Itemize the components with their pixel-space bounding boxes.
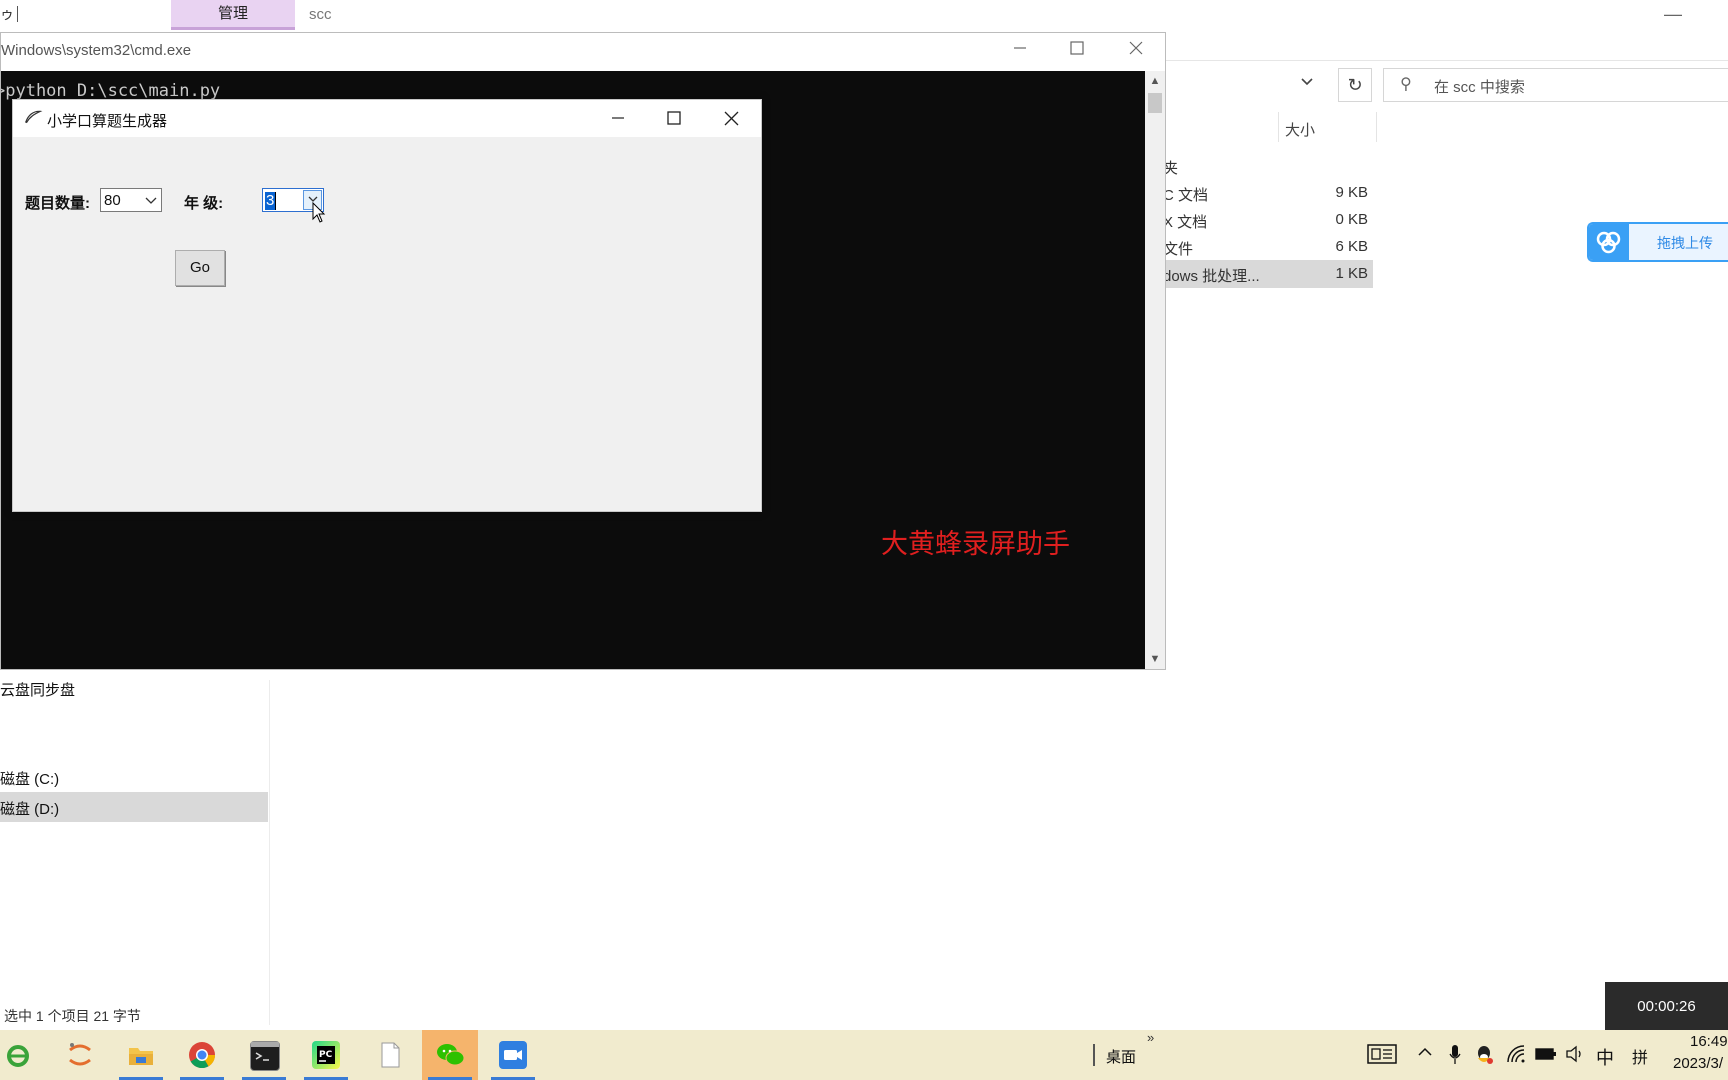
taskbar-app-jupyter[interactable] bbox=[52, 1030, 108, 1080]
maximize-icon bbox=[1070, 41, 1084, 55]
jupyter-icon bbox=[66, 1041, 94, 1069]
terminal-icon bbox=[250, 1041, 280, 1071]
file-row-size: 9 KB bbox=[1335, 184, 1368, 201]
go-button[interactable]: Go bbox=[175, 250, 225, 286]
cmd-close-button[interactable] bbox=[1129, 41, 1143, 58]
cmd-console-text: >python D:\scc\main.py bbox=[1, 81, 221, 101]
cmd-scrollbar[interactable]: ▲ ▼ bbox=[1145, 71, 1165, 669]
quick-access-toolbar[interactable]: ゥ bbox=[0, 4, 14, 24]
news-interests-icon[interactable] bbox=[1367, 1044, 1397, 1069]
explorer-minimize-button[interactable]: — bbox=[1664, 4, 1682, 25]
mouse-pointer-icon bbox=[312, 201, 326, 227]
taskbar-app-wechat[interactable] bbox=[422, 1030, 478, 1080]
question-count-value: 80 bbox=[104, 192, 121, 209]
wifi-icon[interactable] bbox=[1506, 1044, 1526, 1069]
grade-value: 3 bbox=[265, 192, 276, 210]
scroll-thumb[interactable] bbox=[1148, 93, 1162, 113]
text-caret bbox=[275, 192, 276, 210]
taskbar-app-cmd[interactable] bbox=[236, 1030, 292, 1080]
column-divider[interactable] bbox=[1278, 112, 1279, 142]
chevron-down-icon bbox=[1301, 78, 1313, 86]
pycharm-icon: PC bbox=[312, 1041, 340, 1069]
qq-icon[interactable] bbox=[1474, 1044, 1494, 1071]
cmd-minimize-button[interactable] bbox=[1013, 41, 1027, 60]
close-icon bbox=[724, 111, 739, 126]
cmd-window-title: Windows\system32\cmd.exe bbox=[1, 42, 192, 59]
tk-close-button[interactable] bbox=[724, 111, 739, 129]
baidu-cloud-icon bbox=[1589, 224, 1629, 260]
tk-window-title: 小学口算题生成器 bbox=[47, 113, 168, 130]
wechat-icon bbox=[436, 1041, 465, 1069]
volume-icon[interactable] bbox=[1565, 1044, 1587, 1069]
file-row-type[interactable]: 文件 bbox=[1163, 238, 1193, 259]
taskbar-app-notepad[interactable] bbox=[362, 1030, 418, 1080]
ie-browser-icon bbox=[4, 1041, 32, 1069]
column-header-size[interactable]: 大小 bbox=[1285, 119, 1315, 140]
taskbar-app-file-explorer[interactable] bbox=[113, 1030, 169, 1080]
tk-titlebar[interactable]: 小学口算题生成器 bbox=[13, 100, 761, 137]
microphone-icon[interactable] bbox=[1448, 1044, 1462, 1071]
refresh-button[interactable]: ↻ bbox=[1338, 68, 1372, 102]
minimize-icon bbox=[612, 117, 624, 119]
search-icon: ⚲ bbox=[1400, 76, 1412, 93]
document-icon bbox=[376, 1041, 404, 1069]
baidu-upload-widget[interactable]: 拖拽上传 bbox=[1587, 222, 1728, 262]
taskbar: PC 桌面 » 中 拼 16:49 2023/3/ bbox=[0, 1030, 1728, 1080]
clock-time[interactable]: 16:49 bbox=[1690, 1033, 1728, 1050]
chevron-up-icon[interactable] bbox=[1417, 1042, 1433, 1067]
nav-item-cloud-sync[interactable]: 云盘同步盘 bbox=[0, 679, 75, 700]
nav-item-drive-d[interactable]: 磁盘 (D:) bbox=[0, 798, 59, 819]
ime-language-indicator[interactable]: 中 bbox=[1596, 1044, 1614, 1070]
nav-pane-border bbox=[269, 680, 270, 1025]
cmd-maximize-button[interactable] bbox=[1070, 41, 1084, 58]
file-row-type[interactable]: X 文档 bbox=[1163, 211, 1207, 232]
file-row-size: 0 KB bbox=[1335, 211, 1368, 228]
file-row-size: 6 KB bbox=[1335, 238, 1368, 255]
desktop-toolbar-label[interactable]: 桌面 bbox=[1106, 1046, 1136, 1067]
ribbon-tab-manage[interactable]: 管理 bbox=[171, 0, 295, 30]
minimize-icon bbox=[1014, 47, 1026, 49]
taskbar-app-chrome[interactable] bbox=[174, 1030, 230, 1080]
scroll-down-icon[interactable]: ▼ bbox=[1145, 649, 1165, 669]
taskbar-app-ie[interactable] bbox=[0, 1030, 46, 1080]
ime-mode-indicator[interactable]: 拼 bbox=[1632, 1044, 1648, 1068]
clock-date[interactable]: 2023/3/ bbox=[1673, 1055, 1723, 1072]
taskbar-app-pycharm[interactable]: PC bbox=[298, 1030, 354, 1080]
feather-icon bbox=[21, 106, 43, 132]
chrome-icon bbox=[188, 1041, 216, 1069]
statusbar-selection-text: 选中 1 个项目 21 字节 bbox=[4, 1008, 141, 1024]
search-placeholder: 在 scc 中搜索 bbox=[1434, 79, 1525, 96]
chevron-down-icon[interactable] bbox=[145, 191, 157, 212]
file-row-size: 1 KB bbox=[1335, 265, 1368, 282]
explorer-window-title: scc bbox=[309, 6, 332, 23]
nav-item-drive-c[interactable]: 磁盘 (C:) bbox=[0, 768, 59, 789]
address-history-dropdown[interactable] bbox=[1300, 74, 1314, 91]
scroll-up-icon[interactable]: ▲ bbox=[1145, 71, 1165, 91]
refresh-icon: ↻ bbox=[1347, 75, 1363, 95]
recording-timer: 00:00:26 bbox=[1605, 982, 1728, 1032]
toolbar-separator bbox=[17, 6, 18, 22]
question-count-combobox[interactable]: 80 bbox=[100, 188, 162, 212]
baidu-upload-label: 拖拽上传 bbox=[1657, 235, 1713, 251]
file-row-type[interactable]: dows 批处理... bbox=[1163, 265, 1260, 286]
taskbar-app-recorder[interactable] bbox=[485, 1030, 541, 1080]
grade-label: 年 级: bbox=[184, 195, 224, 212]
maximize-icon bbox=[667, 111, 681, 125]
chevron-right-icon[interactable]: » bbox=[1147, 1030, 1154, 1045]
tk-app-window[interactable]: 小学口算题生成器 题目数量: 80 年 级: 3 Go bbox=[12, 99, 762, 512]
question-count-label: 题目数量: bbox=[25, 195, 90, 212]
recorder-watermark: 大黄蜂录屏助手 bbox=[881, 529, 1070, 559]
file-row-type[interactable]: C 文档 bbox=[1163, 184, 1208, 205]
tk-minimize-button[interactable] bbox=[611, 111, 625, 128]
close-icon bbox=[1129, 41, 1143, 55]
svg-text:PC: PC bbox=[319, 1050, 333, 1060]
tk-maximize-button[interactable] bbox=[667, 111, 681, 128]
toolbar-separator bbox=[1093, 1044, 1095, 1066]
video-camera-icon bbox=[499, 1041, 527, 1069]
folder-icon bbox=[127, 1041, 155, 1069]
column-divider[interactable] bbox=[1376, 112, 1377, 142]
battery-icon[interactable] bbox=[1535, 1044, 1557, 1069]
